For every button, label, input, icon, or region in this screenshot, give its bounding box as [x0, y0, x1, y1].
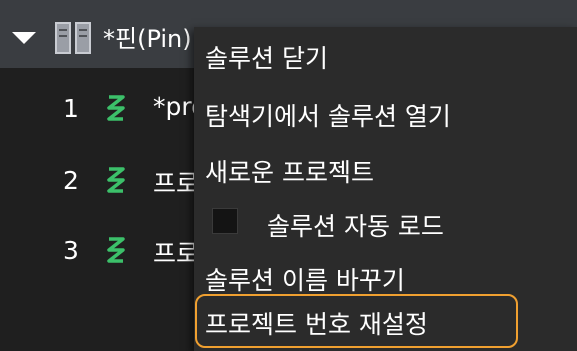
menu-item-label: 프로젝트 번호 재설정	[205, 310, 428, 339]
menu-item-label: 솔루션 닫기	[205, 44, 328, 73]
solution-icon	[55, 22, 91, 54]
menu-item-open-in-explorer[interactable]: 탐색기에서 솔루션 열기	[194, 89, 577, 139]
auto-load-checkbox[interactable]	[212, 208, 238, 234]
project-icon	[107, 95, 125, 121]
menu-item-reset-project-numbers[interactable]: 프로젝트 번호 재설정	[195, 294, 518, 348]
menu-item-label: 솔루션 자동 로드	[267, 212, 444, 241]
screen: *핀(Pin) 인쇄 출력 1 *project 2 프로젝트 3 프로젝트 솔…	[0, 0, 577, 351]
context-menu: 솔루션 닫기 탐색기에서 솔루션 열기 새로운 프로젝트 솔루션 자동 로드 솔…	[194, 27, 577, 351]
menu-item-close-solution[interactable]: 솔루션 닫기	[194, 31, 577, 81]
project-number: 3	[63, 236, 79, 265]
menu-item-label: 새로운 프로젝트	[205, 158, 374, 187]
menu-item-label: 솔루션 이름 바꾸기	[205, 266, 405, 295]
collapse-arrow-icon[interactable]	[12, 32, 36, 44]
project-icon	[107, 237, 125, 263]
menu-item-label: 탐색기에서 솔루션 열기	[205, 102, 451, 131]
menu-item-new-project[interactable]: 새로운 프로젝트	[194, 145, 577, 195]
project-number: 2	[63, 166, 79, 195]
menu-item-auto-load-solution[interactable]: 솔루션 자동 로드	[194, 199, 577, 249]
project-number: 1	[63, 94, 79, 123]
project-icon	[107, 167, 125, 193]
